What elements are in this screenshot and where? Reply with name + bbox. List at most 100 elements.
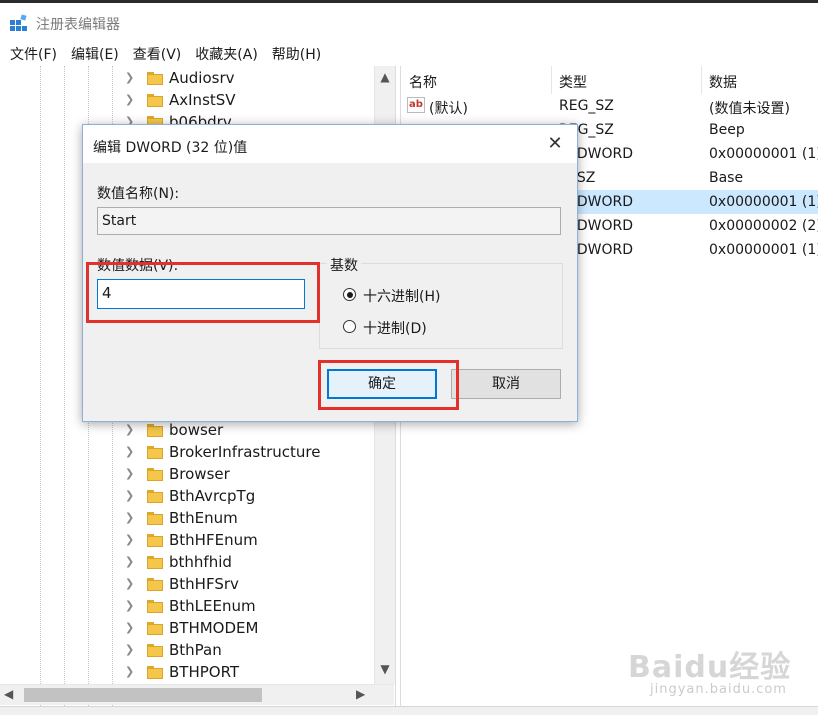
scroll-thumb[interactable] bbox=[24, 688, 262, 702]
ok-button[interactable]: 确定 bbox=[327, 369, 437, 399]
value-type-cell: REG_SZ bbox=[559, 98, 614, 114]
tree-item-label: BthHFSrv bbox=[169, 575, 239, 593]
chevron-right-icon[interactable]: ❯ bbox=[125, 643, 137, 657]
tree-item[interactable]: ❯ BthLEEnum bbox=[125, 596, 375, 618]
chevron-right-icon[interactable]: ❯ bbox=[125, 599, 137, 613]
chevron-right-icon[interactable]: ❯ bbox=[125, 93, 137, 107]
menu-favorites[interactable]: 收藏夹(A) bbox=[195, 40, 258, 66]
tree-item[interactable]: ❯ BthAvrcpTg bbox=[125, 486, 375, 508]
value-data-cell: 0x00000001 (1) bbox=[709, 146, 818, 162]
value-name-cell: (默认) bbox=[429, 101, 468, 117]
tree-guide-line bbox=[64, 66, 65, 706]
value-row[interactable]: ab (默认) REG_SZ (数值未设置) bbox=[401, 94, 818, 118]
tree-item-label: BrokerInfrastructure bbox=[169, 443, 321, 461]
tree-item-label: BthHFEnum bbox=[169, 531, 258, 549]
chevron-right-icon[interactable]: ❯ bbox=[125, 71, 137, 85]
column-separator[interactable] bbox=[551, 66, 552, 94]
folder-icon bbox=[147, 446, 163, 459]
tree-item[interactable]: ❯ bowser bbox=[125, 420, 375, 442]
folder-icon bbox=[147, 578, 163, 591]
edit-dword-dialog: 编辑 DWORD (32 位)值 ✕ 数值名称(N): Start 数值数据(V… bbox=[82, 124, 578, 422]
watermark-url: jingyan.baidu.com bbox=[650, 682, 787, 697]
column-separator[interactable] bbox=[701, 66, 702, 94]
tree-item[interactable]: ❯ AxInstSV bbox=[125, 90, 375, 112]
column-header-name[interactable]: 名称 bbox=[409, 72, 437, 92]
value-data-input[interactable]: 4 bbox=[97, 279, 305, 309]
scroll-up-arrow-icon[interactable]: ▲ bbox=[375, 70, 395, 86]
chevron-right-icon[interactable]: ❯ bbox=[125, 555, 137, 569]
tree-item-label: bowser bbox=[169, 421, 224, 439]
tree-item-label: bthhfhid bbox=[169, 553, 232, 571]
dialog-title-bar: 编辑 DWORD (32 位)值 ✕ bbox=[83, 125, 577, 163]
chevron-right-icon[interactable]: ❯ bbox=[125, 511, 137, 525]
tree-item[interactable]: ❯ Audiosrv bbox=[125, 68, 375, 90]
tree-item-label: BTHMODEM bbox=[169, 619, 259, 637]
window-title: 注册表编辑器 bbox=[36, 17, 120, 33]
radio-selected-dot bbox=[346, 291, 353, 298]
watermark-logo: Baidu经验 bbox=[628, 650, 792, 685]
menu-file[interactable]: 文件(F) bbox=[10, 40, 57, 66]
chevron-right-icon[interactable]: ❯ bbox=[125, 621, 137, 635]
folder-icon bbox=[147, 468, 163, 481]
column-header-data[interactable]: 数据 bbox=[709, 72, 737, 92]
tree-item[interactable]: ❯ BTHMODEM bbox=[125, 618, 375, 640]
tree-item[interactable]: ❯ BrokerInfrastructure bbox=[125, 442, 375, 464]
base-label: 基数 bbox=[327, 255, 361, 275]
tree-item-label: BTHPORT bbox=[169, 663, 240, 681]
menu-edit[interactable]: 编辑(E) bbox=[71, 40, 119, 66]
title-bar: 注册表编辑器 bbox=[0, 3, 818, 39]
tree-item-label: BthEnum bbox=[169, 509, 238, 527]
folder-icon bbox=[147, 512, 163, 525]
tree-item-label: AxInstSV bbox=[169, 91, 236, 109]
chevron-right-icon[interactable]: ❯ bbox=[125, 423, 137, 437]
tree-item-label: BthAvrcpTg bbox=[169, 487, 256, 505]
chevron-right-icon[interactable]: ❯ bbox=[125, 577, 137, 591]
folder-icon bbox=[147, 534, 163, 547]
tree-guide-line bbox=[40, 66, 41, 706]
radio-hex-label[interactable]: 十六进制(H) bbox=[363, 286, 440, 306]
tree-item[interactable]: ❯ BthHFSrv bbox=[125, 574, 375, 596]
radio-hex[interactable] bbox=[343, 288, 356, 301]
folder-icon bbox=[147, 94, 163, 107]
tree-item[interactable]: ❯ BthHFEnum bbox=[125, 530, 375, 552]
tree-item-label: Browser bbox=[169, 465, 230, 483]
value-data-cell: 0x00000002 (2) bbox=[709, 218, 818, 234]
chevron-right-icon[interactable]: ❯ bbox=[125, 533, 137, 547]
tree-item[interactable]: ❯ BTHPORT bbox=[125, 662, 375, 684]
folder-icon bbox=[147, 666, 163, 679]
value-data-label: 数值数据(V): bbox=[97, 258, 179, 274]
baidu-watermark: Baidu经验 jingyan.baidu.com bbox=[622, 640, 812, 710]
string-value-icon: ab bbox=[407, 97, 425, 113]
tree-item[interactable]: ❯ BthPan bbox=[125, 640, 375, 662]
menu-view[interactable]: 查看(V) bbox=[133, 40, 182, 66]
tree-item[interactable]: ❯ BthEnum bbox=[125, 508, 375, 530]
scroll-down-arrow-icon[interactable]: ▼ bbox=[375, 662, 395, 678]
menu-help[interactable]: 帮助(H) bbox=[272, 40, 321, 66]
folder-icon bbox=[147, 622, 163, 635]
chevron-right-icon[interactable]: ❯ bbox=[125, 445, 137, 459]
value-name-label: 数值名称(N): bbox=[97, 186, 180, 202]
tree-horizontal-scrollbar[interactable]: ◀ ▶ bbox=[0, 684, 394, 705]
chevron-right-icon[interactable]: ❯ bbox=[125, 467, 137, 481]
value-name-field: Start bbox=[97, 207, 561, 235]
column-header-type[interactable]: 类型 bbox=[559, 72, 587, 92]
chevron-right-icon[interactable]: ❯ bbox=[125, 489, 137, 503]
radio-dec-label[interactable]: 十进制(D) bbox=[363, 318, 427, 338]
folder-icon bbox=[147, 490, 163, 503]
folder-icon bbox=[147, 600, 163, 613]
chevron-right-icon[interactable]: ❯ bbox=[125, 665, 137, 679]
folder-icon bbox=[147, 644, 163, 657]
folder-icon bbox=[147, 72, 163, 85]
scroll-right-arrow-icon[interactable]: ▶ bbox=[356, 687, 365, 701]
radio-dec[interactable] bbox=[343, 320, 356, 333]
scroll-left-arrow-icon[interactable]: ◀ bbox=[4, 687, 13, 701]
value-data-cell: Beep bbox=[709, 122, 745, 138]
dialog-title: 编辑 DWORD (32 位)值 bbox=[93, 140, 248, 156]
tree-item[interactable]: ❯ bthhfhid bbox=[125, 552, 375, 574]
tree-item[interactable]: ❯ Browser bbox=[125, 464, 375, 486]
cancel-button[interactable]: 取消 bbox=[451, 369, 561, 399]
regedit-app-icon bbox=[10, 14, 27, 31]
value-data-cell: (数值未设置) bbox=[709, 101, 790, 117]
tree-item-label: BthPan bbox=[169, 641, 222, 659]
close-icon[interactable]: ✕ bbox=[543, 133, 567, 155]
